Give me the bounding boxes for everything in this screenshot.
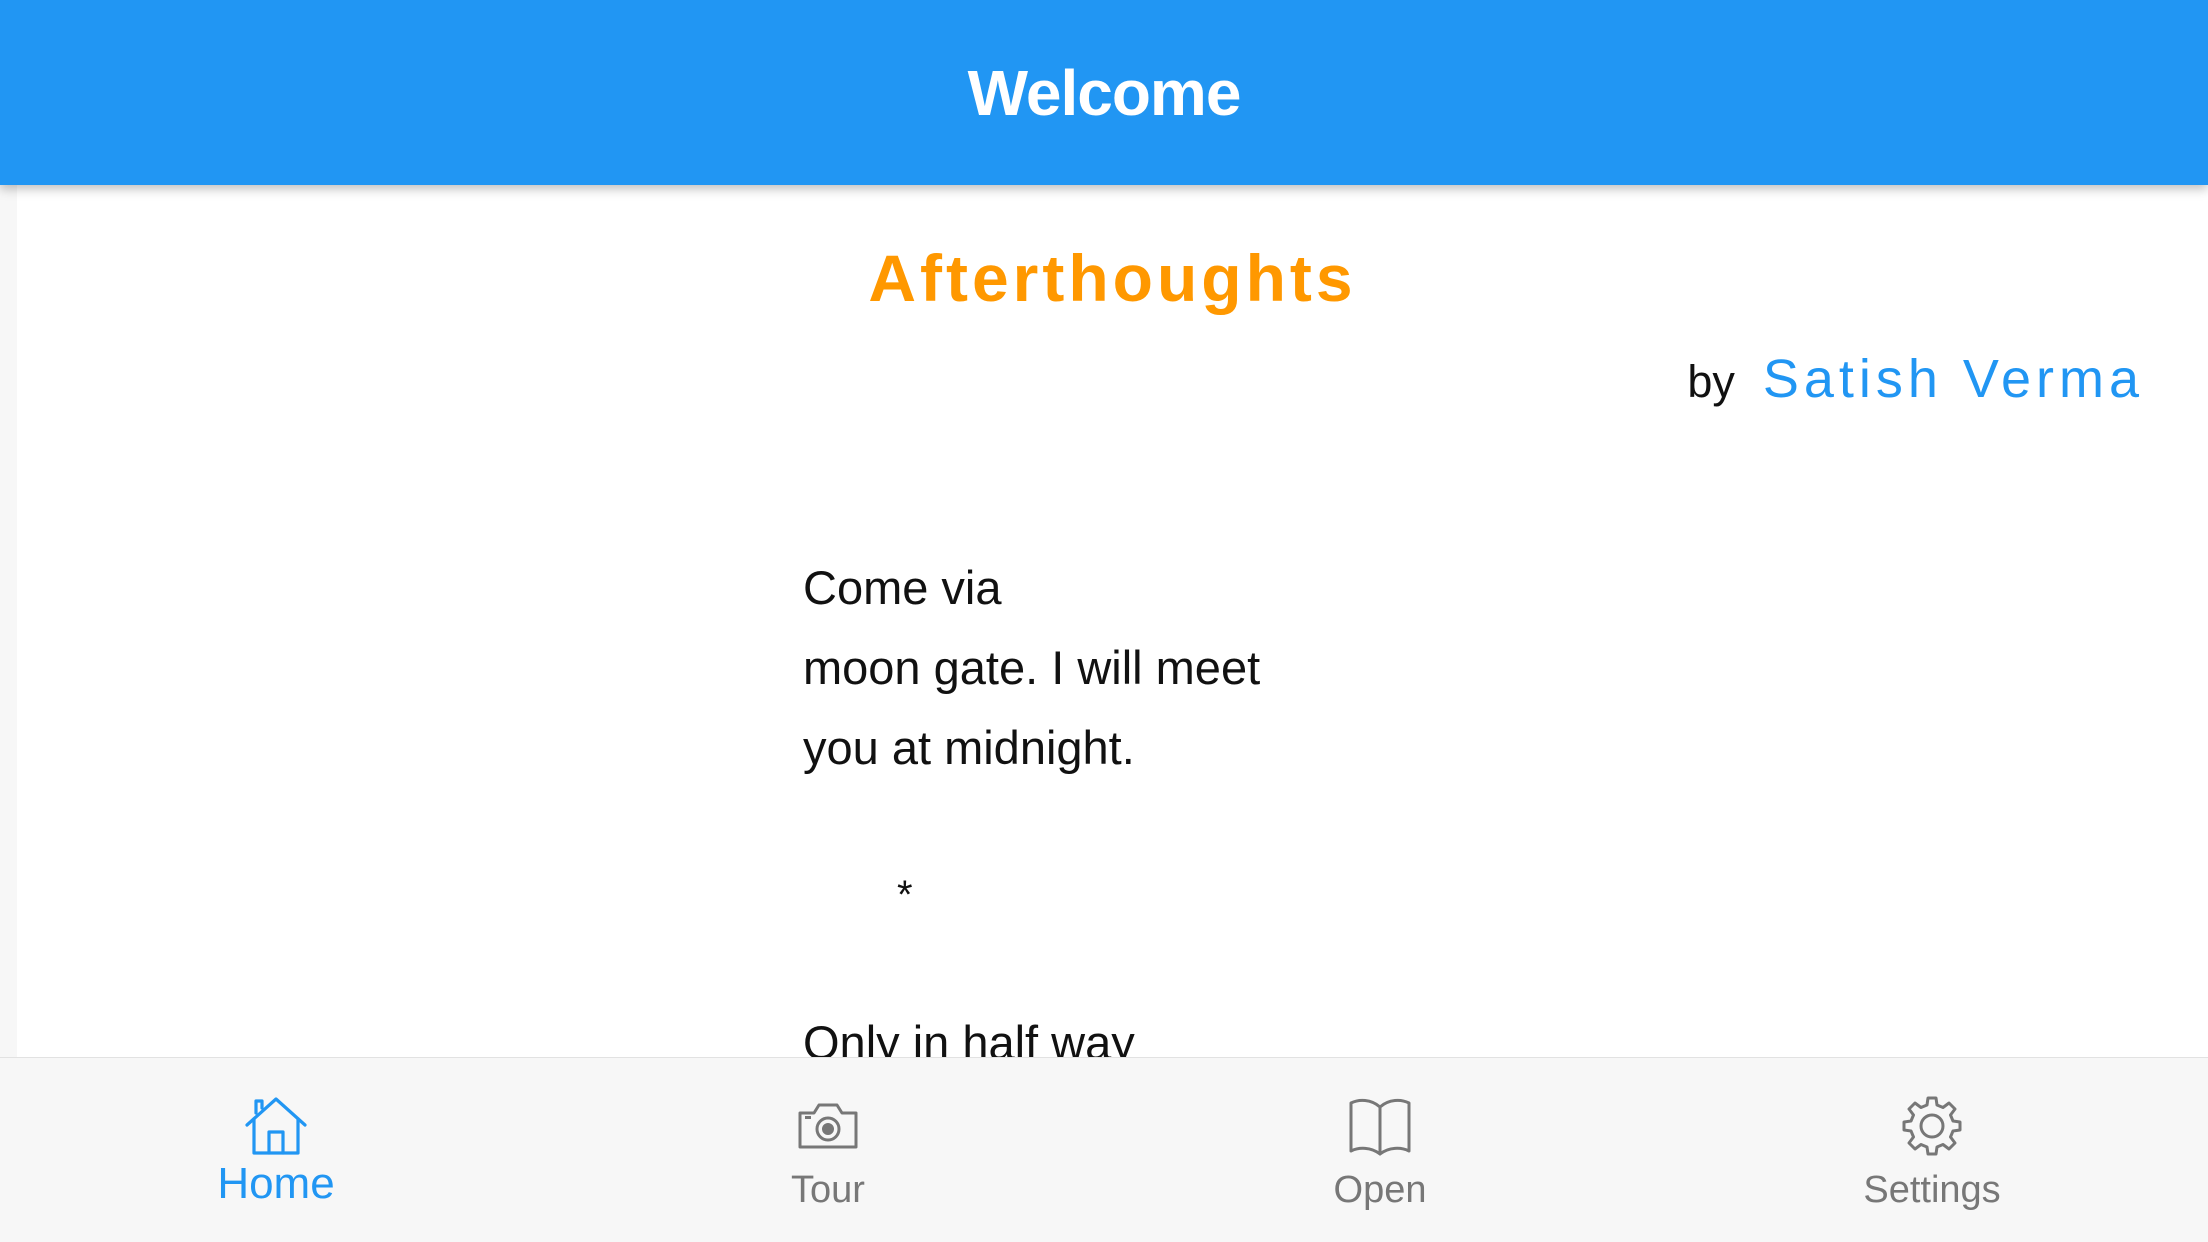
camera-icon [796, 1095, 860, 1157]
home-icon [243, 1095, 309, 1157]
byline: by Satish Verma [1687, 348, 2144, 410]
navbar: Welcome [0, 0, 2208, 185]
book-icon [1347, 1095, 1413, 1157]
poem-line: Come via [803, 561, 1002, 614]
tab-bar: Home Tour Open Settings [0, 1057, 2208, 1242]
content-left-edge [0, 185, 17, 1057]
tab-open-label: Open [1333, 1169, 1427, 1211]
tab-tour-label: Tour [791, 1169, 865, 1211]
tab-settings[interactable]: Settings [1656, 1058, 2208, 1242]
tab-tour[interactable]: Tour [552, 1058, 1104, 1242]
navbar-title: Welcome [967, 56, 1242, 129]
app-screen: Welcome Afterthoughts by Satish Verma Com… [0, 0, 2208, 1242]
stanza-separator: * [897, 873, 913, 917]
author-link[interactable]: Satish Verma [1763, 349, 2144, 409]
poem-line: moon gate. I will meet [803, 641, 1261, 694]
poem-stanza: Come via moon gate. I will meet you at m… [803, 548, 1260, 788]
tab-home-label: Home [217, 1159, 335, 1208]
tab-home[interactable]: Home [0, 1058, 552, 1242]
tab-settings-label: Settings [1863, 1169, 2001, 1211]
poem-line-partial: Only in half way [803, 1016, 1135, 1057]
tab-open[interactable]: Open [1104, 1058, 1656, 1242]
poem-title: Afterthoughts [868, 241, 1357, 315]
poem-content[interactable]: Afterthoughts by Satish Verma Come via mo… [17, 185, 2208, 1057]
gear-icon [1900, 1095, 1964, 1157]
poem-line: you at midnight. [803, 721, 1135, 774]
by-label: by [1687, 356, 1735, 407]
